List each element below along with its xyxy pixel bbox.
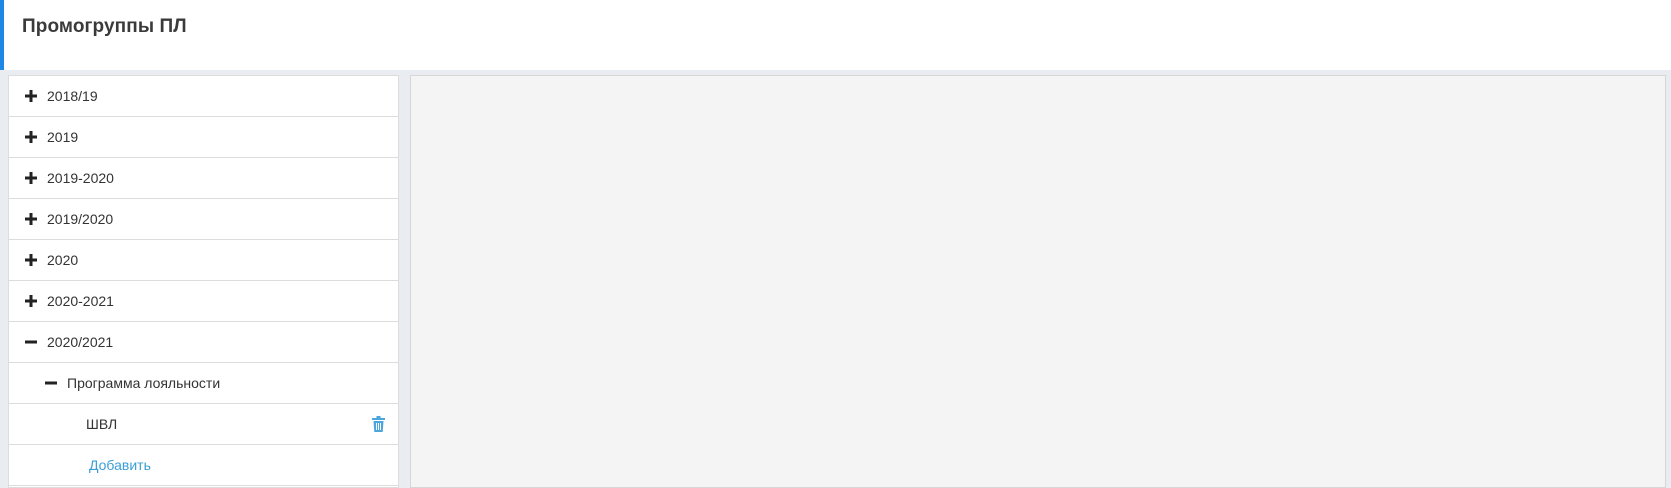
page-title: Промогруппы ПЛ (22, 16, 187, 37)
tree-leaf-label: ШВЛ (86, 416, 118, 432)
tree-item-2019-2020-dash[interactable]: 2019-2020 (9, 158, 398, 199)
tree-item-label: 2020-2021 (47, 293, 114, 309)
plus-icon[interactable] (24, 89, 38, 103)
tree-item-label: 2020 (47, 252, 79, 268)
page-header: Промогруппы ПЛ (0, 0, 1671, 70)
promo-group-tree: 2018/19 2019 2019-2020 2019/2020 2020 20… (8, 75, 399, 488)
tree-item-label: 2018/19 (47, 88, 98, 104)
tree-item-2019-2020-slash[interactable]: 2019/2020 (9, 199, 398, 240)
content-panel (410, 75, 1666, 488)
tree-item-label: 2019-2020 (47, 170, 114, 186)
tree-add-row: Добавить (9, 445, 398, 486)
minus-icon[interactable] (24, 335, 38, 349)
minus-icon[interactable] (44, 376, 58, 390)
tree-leaf-shvl[interactable]: ШВЛ (9, 404, 398, 445)
add-link[interactable]: Добавить (89, 457, 151, 473)
tree-item-2018-19[interactable]: 2018/19 (9, 76, 398, 117)
plus-icon[interactable] (24, 171, 38, 185)
tree-subgroup-label: Программа лояльности (67, 375, 221, 391)
accent-bar (0, 0, 4, 70)
tree-item-2020-2021-dash[interactable]: 2020-2021 (9, 281, 398, 322)
trash-icon[interactable] (370, 415, 386, 433)
tree-item-2019[interactable]: 2019 (9, 117, 398, 158)
tree-item-2020[interactable]: 2020 (9, 240, 398, 281)
tree-item-2020-2021-slash[interactable]: 2020/2021 (9, 322, 398, 363)
plus-icon[interactable] (24, 294, 38, 308)
tree-subgroup-loyalty-program[interactable]: Программа лояльности (9, 363, 398, 404)
plus-icon[interactable] (24, 212, 38, 226)
plus-icon[interactable] (24, 130, 38, 144)
tree-item-label: 2019/2020 (47, 211, 114, 227)
plus-icon[interactable] (24, 253, 38, 267)
app-window: Промогруппы ПЛ 2018/19 2019 2019-2020 20… (0, 0, 1671, 488)
tree-item-label: 2019 (47, 129, 79, 145)
tree-item-label: 2020/2021 (47, 334, 114, 350)
